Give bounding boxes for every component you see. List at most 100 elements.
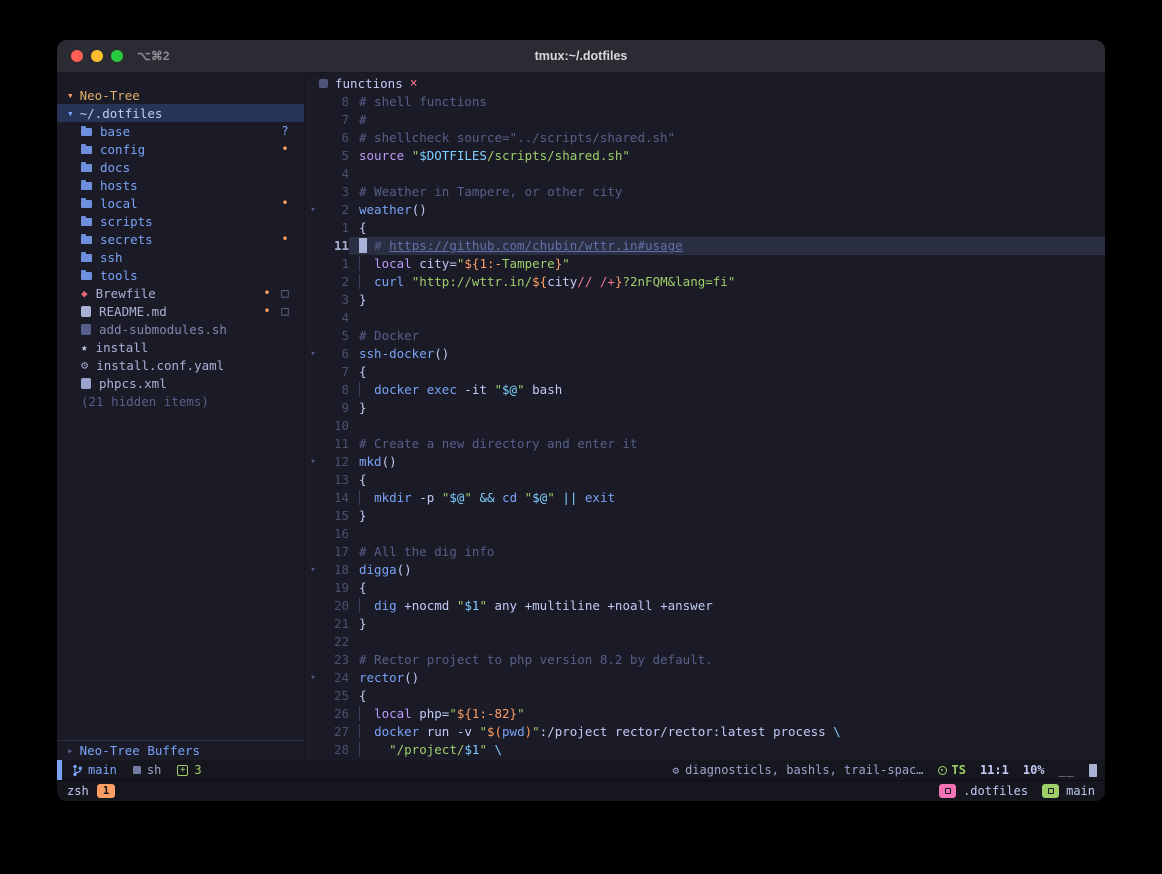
code-token [404,148,412,163]
tree-item-label: base [100,124,130,139]
code-line-18[interactable]: ▾18digga() [305,561,1105,579]
fold-column [305,417,321,435]
code-line-14[interactable]: 14▏ mkdir -p "$@" && cd "$@" || exit [305,489,1105,507]
statusline-left: main sh 3 [72,763,202,777]
tree-item-scripts[interactable]: scripts [57,212,304,230]
fold-column [305,543,321,561]
neotree-buffers-section[interactable]: ▸ Neo-Tree Buffers [57,740,304,760]
fold-marker-icon[interactable]: ▾ [305,453,321,471]
tmux-status-right: .dotfiles main [939,784,1095,798]
code-line-25[interactable]: 25{ [305,687,1105,705]
editor-pane: functions × 8# shell functions7#6# shell… [305,73,1105,760]
buffer-tab-label[interactable]: functions [335,76,403,91]
code-token: () [434,346,449,361]
code-line-26[interactable]: 26▏ local php="${1:-82}" [305,705,1105,723]
code-token: exec [427,382,457,397]
line-text: ▏ curl "http://wttr.in/${city// /+}?2nFQ… [349,273,1105,291]
treesitter-segment: TS [938,763,966,777]
fold-marker-icon[interactable]: ▾ [305,561,321,579]
tree-item-config[interactable]: config• [57,140,304,158]
filetype-label: sh [147,763,161,777]
fold-marker-icon[interactable]: ▾ [305,345,321,363]
tree-item-phpcs.xml[interactable]: phpcs.xml [57,374,304,392]
code-line-3[interactable]: 3# Weather in Tampere, or other city [305,183,1105,201]
code-line-3[interactable]: 3} [305,291,1105,309]
code-line-15[interactable]: 15} [305,507,1105,525]
code-token: $DOTFILES [419,148,487,163]
code-line-9[interactable]: 9} [305,399,1105,417]
code-line-13[interactable]: 13{ [305,471,1105,489]
code-line-11[interactable]: 11 # https://github.com/chubin/wttr.in#u… [305,237,1105,255]
tree-item-install[interactable]: ★install [57,338,304,356]
code-line-21[interactable]: 21} [305,615,1105,633]
code-token [419,382,427,397]
tmux-git-branch: main [1066,784,1095,798]
tree-item-local[interactable]: local• [57,194,304,212]
code-line-5[interactable]: 5source "$DOTFILES/scripts/shared.sh" [305,147,1105,165]
line-number: 1 [321,255,349,273]
tree-root-item[interactable]: ▾ ~/.dotfiles [57,104,304,122]
code-line-10[interactable]: 10 [305,417,1105,435]
tree-item-base[interactable]: base? [57,122,304,140]
code-line-7[interactable]: 7# [305,111,1105,129]
tree-item-label: Brewfile [96,286,156,301]
fold-column [305,327,321,345]
code-line-19[interactable]: 19{ [305,579,1105,597]
code-line-12[interactable]: ▾12mkd() [305,453,1105,471]
tree-item-docs[interactable]: docs [57,158,304,176]
code-line-22[interactable]: 22 [305,633,1105,651]
code-token: } [359,508,367,523]
code-line-6[interactable]: ▾6ssh-docker() [305,345,1105,363]
code-token: " [517,382,525,397]
code-line-23[interactable]: 23# Rector project to php version 8.2 by… [305,651,1105,669]
tmux-window-name[interactable]: zsh [67,784,89,798]
close-buffer-icon[interactable]: × [410,76,418,91]
code-token: -it [457,382,495,397]
tree-item-tools[interactable]: tools [57,266,304,284]
line-number: 28 [321,741,349,759]
code-line-1[interactable]: 1▏ local city="${1:-Tampere}" [305,255,1105,273]
code-line-27[interactable]: 27▏ docker run -v "$(pwd)":/project rect… [305,723,1105,741]
tmux-window-index-badge[interactable]: 1 [97,784,116,798]
code-line-1[interactable]: 1{ [305,219,1105,237]
code-line-4[interactable]: 4 [305,309,1105,327]
code-line-16[interactable]: 16 [305,525,1105,543]
tree-item-label: ssh [100,250,123,265]
fold-marker-icon[interactable]: ▾ [305,669,321,687]
code-line-11[interactable]: 11# Create a new directory and enter it [305,435,1105,453]
code-line-24[interactable]: ▾24rector() [305,669,1105,687]
tree-item-Brewfile[interactable]: ◆Brewfile•□ [57,284,304,302]
neotree-header[interactable]: ▾ Neo-Tree [57,86,304,104]
code-token: " [562,256,570,271]
code-line-20[interactable]: 20▏ dig +nocmd "$1" any +multiline +noal… [305,597,1105,615]
code-line-8[interactable]: 8# shell functions [305,93,1105,111]
line-text: { [349,687,1105,705]
code-line-2[interactable]: 2▏ curl "http://wttr.in/${city// /+}?2nF… [305,273,1105,291]
code-line-17[interactable]: 17# All the dig info [305,543,1105,561]
window-titlebar[interactable]: ⌥⌘2 tmux:~/.dotfiles [57,40,1105,73]
tree-item-secrets[interactable]: secrets• [57,230,304,248]
tree-item-hosts[interactable]: hosts [57,176,304,194]
code-line-8[interactable]: 8▏ docker exec -it "$@" bash [305,381,1105,399]
tree-item-add-submodules.sh[interactable]: add-submodules.sh [57,320,304,338]
code-token: -p [412,490,442,505]
line-text: ssh-docker() [349,345,1105,363]
code-token [487,742,495,757]
code-buffer[interactable]: 8# shell functions7#6# shellcheck source… [305,93,1105,760]
code-line-2[interactable]: ▾2weather() [305,201,1105,219]
line-number: 10 [321,417,349,435]
tree-item-install.conf.yaml[interactable]: ⚙install.conf.yaml [57,356,304,374]
code-line-7[interactable]: 7{ [305,363,1105,381]
fold-marker-icon[interactable]: ▾ [305,201,321,219]
filetype-icon [133,766,141,774]
tree-item-README.md[interactable]: README.md•□ [57,302,304,320]
code-line-4[interactable]: 4 [305,165,1105,183]
url-link[interactable]: https://github.com/chubin/wttr.in#usage [389,238,683,253]
branch-badge-icon [1042,784,1059,798]
code-line-6[interactable]: 6# shellcheck source="../scripts/shared.… [305,129,1105,147]
tree-item-ssh[interactable]: ssh [57,248,304,266]
fold-column [305,219,321,237]
code-line-28[interactable]: 28▏ "/project/$1" \ [305,741,1105,759]
code-token: { [359,688,367,703]
code-line-5[interactable]: 5# Docker [305,327,1105,345]
